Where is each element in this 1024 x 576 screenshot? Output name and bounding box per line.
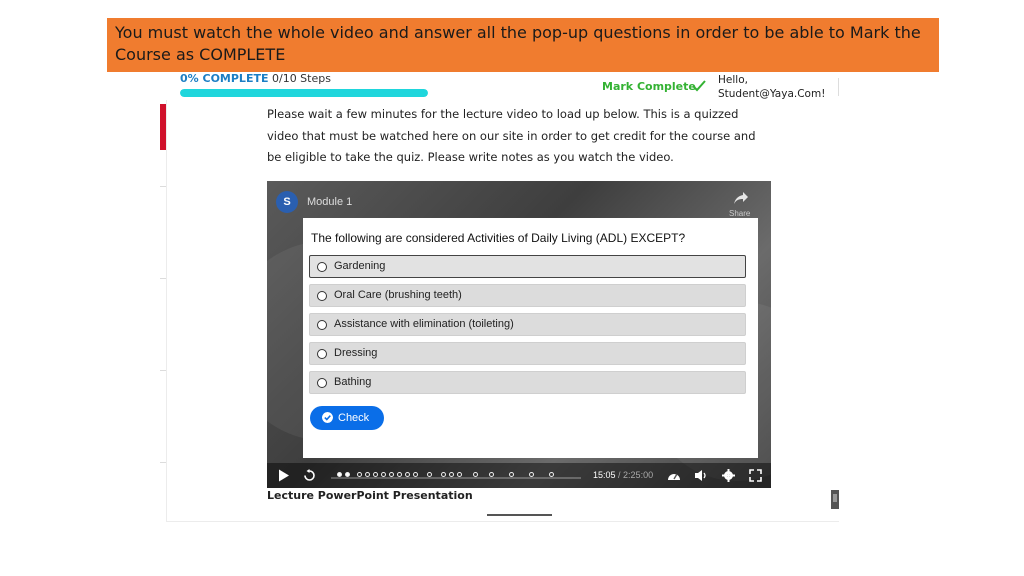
- progress-bar: [180, 89, 428, 97]
- lecture-powerpoint-link[interactable]: Lecture PowerPoint Presentation: [267, 489, 473, 502]
- time-separator: /: [615, 470, 624, 480]
- volume-icon[interactable]: [694, 469, 708, 482]
- check-answer-button[interactable]: Check: [310, 406, 384, 430]
- timeline-marker[interactable]: [509, 472, 514, 477]
- sidebar-tick: [160, 186, 166, 187]
- timeline-marker[interactable]: [389, 472, 394, 477]
- timeline-marker[interactable]: [457, 472, 462, 477]
- timeline-marker[interactable]: [489, 472, 494, 477]
- timeline-marker[interactable]: [549, 472, 554, 477]
- header-divider: [838, 78, 839, 96]
- video-time: 15:05 / 2:25:00: [593, 470, 653, 480]
- timeline-marker[interactable]: [381, 472, 386, 477]
- timeline-marker[interactable]: [357, 472, 362, 477]
- sidebar-tick: [160, 370, 166, 371]
- side-toggle-tab[interactable]: [831, 490, 839, 509]
- radio-button[interactable]: [317, 348, 327, 359]
- progress-steps: 0/10 Steps: [271, 72, 331, 85]
- timeline-marker[interactable]: [427, 472, 432, 477]
- radio-button[interactable]: [317, 261, 327, 272]
- greeting-text: Hello,: [718, 74, 748, 86]
- timeline-marker[interactable]: [365, 472, 370, 477]
- timeline-marker[interactable]: [337, 472, 342, 477]
- option-label: Assistance with elimination (toileting): [334, 318, 514, 330]
- share-icon[interactable]: [733, 191, 749, 205]
- check-icon[interactable]: [692, 80, 706, 92]
- play-icon[interactable]: [278, 469, 290, 482]
- radio-button[interactable]: [317, 319, 327, 330]
- sidebar-tick: [160, 278, 166, 279]
- replay-icon[interactable]: [303, 469, 316, 482]
- option-label: Oral Care (brushing teeth): [334, 289, 462, 301]
- check-circle-icon: [322, 412, 333, 423]
- option-label: Dressing: [334, 347, 378, 359]
- check-button-label: Check: [338, 412, 370, 424]
- fullscreen-icon[interactable]: [749, 469, 762, 482]
- option-label: Bathing: [334, 376, 372, 388]
- progress-percent: 0% COMPLETE: [180, 72, 269, 85]
- timeline-marker[interactable]: [441, 472, 446, 477]
- video-title[interactable]: Module 1: [307, 196, 352, 208]
- total-time: 2:25:00: [623, 470, 654, 480]
- quiz-popup: The following are considered Activities …: [303, 218, 758, 458]
- timeline-marker[interactable]: [529, 472, 534, 477]
- timeline-marker[interactable]: [413, 472, 418, 477]
- speed-gauge-icon[interactable]: [667, 469, 681, 482]
- timeline-marker[interactable]: [449, 472, 454, 477]
- progress-fill: [180, 89, 428, 97]
- active-lesson-marker: [160, 104, 166, 150]
- channel-avatar[interactable]: S: [276, 191, 298, 213]
- notice-banner: You must watch the whole video and answe…: [107, 18, 939, 72]
- quiz-option[interactable]: Assistance with elimination (toileting): [309, 313, 746, 336]
- lesson-intro-text: Please wait a few minutes for the lectur…: [267, 107, 756, 164]
- video-player[interactable]: S Module 1 Share The following are consi…: [267, 181, 771, 488]
- share-label[interactable]: Share: [729, 209, 750, 218]
- quiz-option[interactable]: Dressing: [309, 342, 746, 365]
- radio-button[interactable]: [317, 377, 327, 388]
- option-label: Gardening: [334, 260, 386, 272]
- quiz-option[interactable]: Bathing: [309, 371, 746, 394]
- timeline-marker[interactable]: [373, 472, 378, 477]
- quiz-option[interactable]: Oral Care (brushing teeth): [309, 284, 746, 307]
- video-timeline[interactable]: [331, 469, 581, 482]
- timeline-marker[interactable]: [345, 472, 350, 477]
- user-email: Student@Yaya.Com!: [718, 88, 826, 100]
- user-greeting[interactable]: Hello, Student@Yaya.Com!: [718, 73, 825, 101]
- sidebar-tick: [160, 462, 166, 463]
- gear-icon[interactable]: [722, 469, 735, 482]
- quiz-question: The following are considered Activities …: [311, 231, 686, 245]
- course-progress: 0% COMPLETE 0/10 Steps: [180, 72, 430, 100]
- page: You must watch the whole video and answe…: [0, 0, 1024, 576]
- timeline-marker[interactable]: [405, 472, 410, 477]
- video-controls: 15:05 / 2:25:00: [267, 463, 771, 488]
- bottom-scroll-indicator: [487, 514, 552, 516]
- quiz-option[interactable]: Gardening: [309, 255, 746, 278]
- timeline-marker[interactable]: [397, 472, 402, 477]
- current-time: 15:05: [593, 470, 616, 480]
- radio-button[interactable]: [317, 290, 327, 301]
- timeline-marker[interactable]: [473, 472, 478, 477]
- notice-text: You must watch the whole video and answe…: [115, 23, 921, 64]
- timeline-track: [331, 477, 581, 479]
- mark-complete-button[interactable]: Mark Complete: [602, 80, 696, 93]
